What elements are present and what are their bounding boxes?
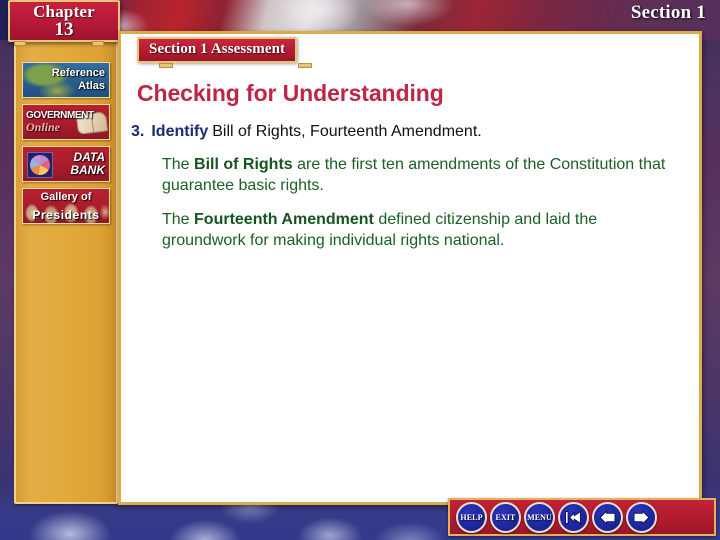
help-button-label: HELP (460, 512, 483, 522)
government-online-label: GOVERNMENT Online (23, 105, 109, 139)
government-online-line2: Online (26, 119, 61, 134)
answer-2-term: Fourteenth Amendment (194, 210, 374, 228)
question-prompt: Bill of Rights, Fourteenth Amendment. (212, 123, 482, 140)
section-label: Section 1 (630, 2, 706, 23)
chapter-banner-foot-left (14, 41, 26, 46)
first-page-arrow-icon (564, 510, 583, 525)
assessment-tab-foot-right (298, 63, 312, 68)
data-bank-line2: BANK (70, 163, 105, 177)
back-arrow-icon (598, 510, 617, 525)
sidebar-button-list: Reference Atlas GOVERNMENT Online DATA B… (16, 62, 116, 230)
data-bank-label: DATA BANK (23, 147, 109, 181)
forward-arrow-icon (632, 510, 651, 525)
sidebar-item-reference-atlas[interactable]: Reference Atlas (22, 62, 110, 98)
chapter-banner-foot-right (92, 41, 104, 46)
previous-page-button[interactable] (592, 501, 623, 533)
menu-button[interactable]: MENU (524, 501, 555, 533)
answer-1-lead: The (162, 156, 195, 173)
navigation-bar: HELP EXIT MENU (448, 498, 716, 536)
answer-1-term: Bill of Rights (194, 156, 293, 173)
gallery-of-presidents-line2: Presidents (32, 208, 100, 222)
assessment-tab: Section 1 Assessment (137, 37, 298, 63)
chapter-banner: Chapter 13 (8, 0, 120, 42)
gallery-of-presidents-line1: Gallery of (40, 191, 92, 203)
reference-atlas-line2: Atlas (78, 80, 105, 92)
answer-paragraph-2: The Fourteenth Amendment defined citizen… (162, 210, 682, 252)
answer-paragraph-1: The Bill of Rights are the first ten ame… (162, 155, 682, 197)
next-page-button[interactable] (626, 501, 657, 533)
question-number: 3. (131, 123, 145, 140)
chapter-word: Chapter (33, 2, 95, 21)
exit-button-label: EXIT (495, 512, 516, 522)
sidebar-panel: Reference Atlas GOVERNMENT Online DATA B… (14, 30, 118, 504)
question-line: 3. Identify Bill of Rights, Fourteenth Ame… (131, 122, 691, 142)
question-verb: Identify (151, 123, 209, 140)
exit-button[interactable]: EXIT (490, 501, 521, 533)
menu-button-label: MENU (527, 512, 552, 522)
slide-root: Section 1 Reference Atlas GOVERNMENT Onl… (0, 0, 720, 540)
help-button[interactable]: HELP (456, 501, 487, 533)
answer-2-lead: The (162, 210, 195, 228)
first-page-button[interactable] (558, 501, 589, 533)
page-title: Checking for Understanding (137, 80, 444, 106)
sidebar-item-gallery-of-presidents[interactable]: Gallery of Presidents (22, 188, 110, 224)
reference-atlas-label: Reference Atlas (23, 63, 109, 97)
assessment-tab-foot-left (159, 63, 173, 68)
chapter-number: 13 (54, 19, 74, 41)
sidebar-item-data-bank[interactable]: DATA BANK (22, 146, 110, 182)
sidebar-item-government-online[interactable]: GOVERNMENT Online (22, 104, 110, 140)
reference-atlas-line1: Reference (51, 67, 105, 80)
question-block: 3. Identify Bill of Rights, Fourteenth Ame… (131, 122, 691, 252)
content-panel: Section 1 Assessment Checking for Unders… (118, 31, 702, 505)
